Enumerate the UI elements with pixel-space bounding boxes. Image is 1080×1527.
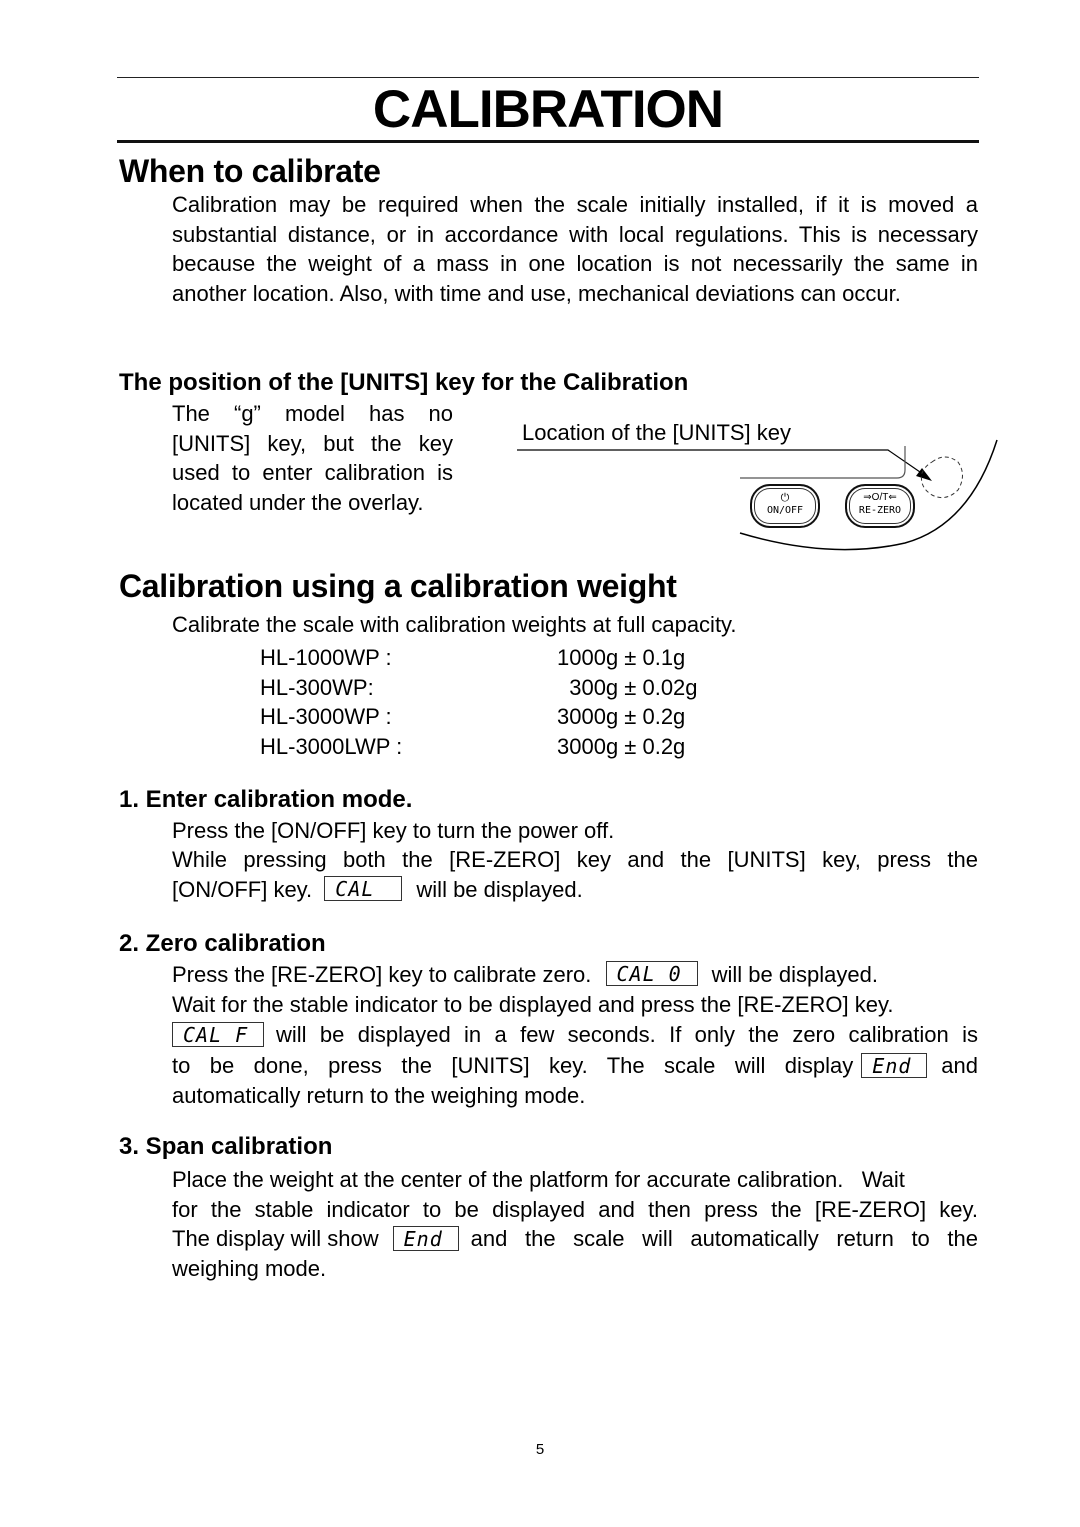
spec-value: 3000g ± 0.2g bbox=[557, 733, 686, 759]
spec-value: 300g ± 0.02g bbox=[557, 674, 698, 700]
step1-line2: While pressing both the [RE-ZERO] key an… bbox=[172, 847, 978, 872]
heading-step1: 1. Enter calibration mode. bbox=[119, 786, 413, 813]
heading-when-to-calibrate: When to calibrate bbox=[119, 153, 381, 189]
step1-line1: Press the [ON/OFF] key to turn the power… bbox=[172, 818, 615, 843]
lcd-display-end: End bbox=[392, 1226, 459, 1252]
title-bottom-rule bbox=[117, 140, 979, 143]
spec-model: HL-300WP: bbox=[260, 674, 374, 700]
step3-line3-text: The display will show bbox=[172, 1226, 379, 1251]
leader-line bbox=[517, 449, 921, 473]
arrow-head-icon bbox=[916, 468, 932, 481]
lcd-display-end: End bbox=[861, 1053, 928, 1079]
weight-intro: Calibrate the scale with calibration wei… bbox=[172, 612, 737, 637]
re-zero-key[interactable]: ⇒O/T⇐ RE-ZERO bbox=[845, 484, 915, 528]
step2-line4-text: and bbox=[941, 1053, 978, 1078]
step3-line3-text: and the scale will automatically return … bbox=[470, 1226, 978, 1251]
step2-line1-text: Press the [RE-ZERO] key to calibrate zer… bbox=[172, 962, 592, 987]
step2-line5: automatically return to the weighing mod… bbox=[172, 1083, 586, 1108]
spec-value: 1000g ± 0.1g bbox=[557, 645, 686, 670]
spec-model: HL-1000WP : bbox=[260, 645, 392, 670]
re-zero-key-label: RE-ZERO bbox=[858, 505, 902, 516]
lcd-display-cal: CAL bbox=[324, 876, 403, 901]
step1-line3: [ON/OFF] key. CAL will be displayed. bbox=[172, 875, 583, 905]
step2-line3-text: will be displayed in a few seconds. If o… bbox=[276, 1022, 978, 1047]
weight-spec-table: HL-1000WP : 1000g ± 0.1g HL-300WP: 300g … bbox=[260, 643, 860, 763]
step2-line4-text: to be done, press the [UNITS] key. The s… bbox=[172, 1053, 854, 1078]
scale-keypad-drawing bbox=[517, 439, 998, 551]
lcd-display-cal-f: CAL F bbox=[172, 1022, 264, 1048]
step3-line1: Place the weight at the center of the pl… bbox=[172, 1167, 905, 1192]
step3-line3: The display will show End and the scale … bbox=[172, 1224, 978, 1254]
spec-value: 3000g ± 0.2g bbox=[557, 704, 686, 729]
title-top-rule bbox=[117, 77, 979, 78]
on-off-key-label: ON/OFF bbox=[766, 505, 804, 516]
step2-line4: to be done, press the [UNITS] key. The s… bbox=[172, 1051, 978, 1081]
heading-step3: 3. Span calibration bbox=[119, 1133, 333, 1160]
on-off-key[interactable]: ⏻ ON/OFF bbox=[750, 484, 820, 528]
step2-line3: CAL F will be displayed in a few seconds… bbox=[172, 1020, 978, 1050]
power-icon: ⏻ bbox=[780, 492, 790, 504]
step2-line1: Press the [RE-ZERO] key to calibrate zer… bbox=[172, 960, 878, 990]
spec-model: HL-3000WP : bbox=[260, 704, 392, 729]
heading-calibration-weight: Calibration using a calibration weight bbox=[119, 568, 677, 604]
when-body: Calibration may be required when the sca… bbox=[172, 192, 978, 306]
step2-line1-text: will be displayed. bbox=[711, 962, 878, 987]
step3-line2: for the stable indicator to be displayed… bbox=[172, 1197, 978, 1222]
units-key-figure: Location of the [UNITS] key ⏻ ON/OFF ⇒O/… bbox=[500, 400, 1020, 560]
step3-line4: weighing mode. bbox=[172, 1256, 327, 1281]
spec-model: HL-3000LWP : bbox=[260, 733, 403, 759]
units-key-note: The “g” model has no [UNITS] key, but th… bbox=[172, 401, 453, 515]
heading-units-key-position: The position of the [UNITS] key for the … bbox=[119, 369, 689, 396]
step1-line3-text: will be displayed. bbox=[416, 877, 583, 902]
step1-line3-text: [ON/OFF] key. bbox=[172, 877, 313, 902]
step2-line2: Wait for the stable indicator to be disp… bbox=[172, 992, 894, 1017]
lcd-display-cal-0: CAL 0 bbox=[605, 961, 698, 986]
display-window-outline bbox=[740, 446, 906, 479]
zero-tare-icon: ⇒O/T⇐ bbox=[863, 492, 897, 503]
page-title: CALIBRATION bbox=[372, 80, 724, 139]
page-number: 5 bbox=[535, 1441, 545, 1458]
heading-step2: 2. Zero calibration bbox=[119, 930, 326, 957]
